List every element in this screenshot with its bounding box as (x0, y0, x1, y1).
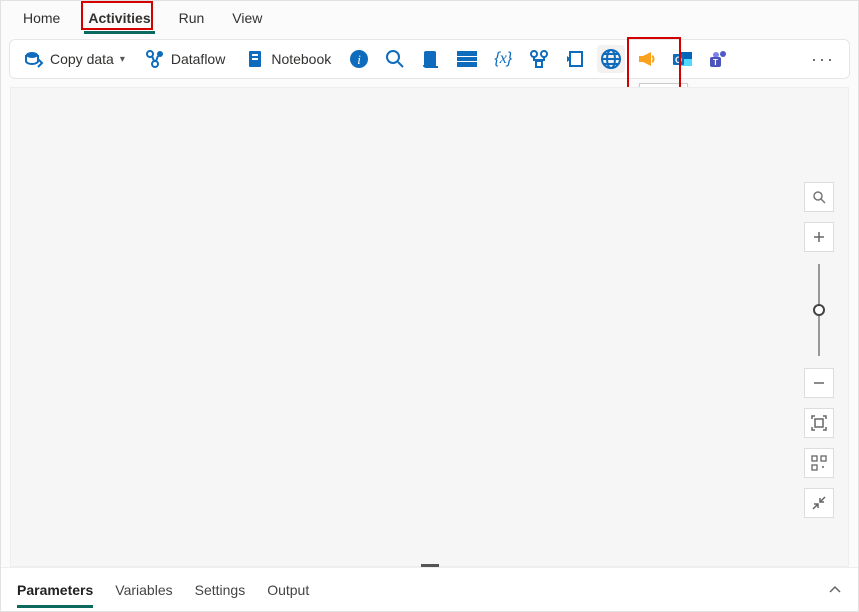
menu-run[interactable]: Run (165, 4, 219, 32)
variable-icon[interactable]: {x} (489, 45, 517, 73)
menu-view[interactable]: View (218, 4, 276, 32)
bottom-panel: Parameters Variables Settings Output (1, 567, 858, 611)
web-icon[interactable] (597, 45, 625, 73)
collapse-panel-icon[interactable] (828, 583, 842, 597)
dataflow-button[interactable]: Dataflow (139, 45, 231, 73)
dataflow-label: Dataflow (171, 51, 225, 67)
canvas-search-button[interactable] (804, 182, 834, 212)
outlook-icon[interactable]: O (669, 45, 697, 73)
pipeline-canvas[interactable] (10, 87, 849, 567)
tab-output[interactable]: Output (267, 572, 309, 608)
tab-parameters[interactable]: Parameters (17, 572, 93, 608)
dataflow-icon (145, 49, 165, 69)
notebook-button[interactable]: Notebook (239, 45, 337, 73)
copy-data-icon (24, 49, 44, 69)
notebook-icon (245, 49, 265, 69)
zoom-out-button[interactable] (804, 368, 834, 398)
fit-to-screen-button[interactable] (804, 408, 834, 438)
toolbar: Copy data ▾ Dataflow Notebook i {x} (9, 39, 850, 79)
tab-variables[interactable]: Variables (115, 572, 172, 608)
menu-activities[interactable]: Activities (74, 4, 164, 32)
function-icon[interactable] (561, 45, 589, 73)
stored-procedure-icon[interactable] (453, 45, 481, 73)
notebook-label: Notebook (271, 51, 331, 67)
lookup-icon[interactable] (525, 45, 553, 73)
svg-text:T: T (713, 58, 718, 67)
info-icon[interactable]: i (345, 45, 373, 73)
more-button[interactable]: ··· (805, 49, 841, 70)
auto-align-button[interactable] (804, 448, 834, 478)
copy-data-button[interactable]: Copy data ▾ (18, 45, 131, 73)
svg-text:i: i (357, 52, 361, 67)
zoom-slider-thumb[interactable] (813, 304, 825, 316)
tab-settings[interactable]: Settings (195, 572, 246, 608)
copy-data-label: Copy data (50, 51, 114, 67)
svg-text:O: O (675, 55, 682, 65)
announce-icon[interactable] (633, 45, 661, 73)
zoom-in-button[interactable] (804, 222, 834, 252)
minimize-button[interactable] (804, 488, 834, 518)
chevron-down-icon: ▾ (120, 54, 125, 65)
menu-home[interactable]: Home (9, 4, 74, 32)
zoom-slider[interactable] (818, 264, 820, 356)
search-icon[interactable] (381, 45, 409, 73)
script-icon[interactable] (417, 45, 445, 73)
teams-icon[interactable]: T (705, 45, 733, 73)
